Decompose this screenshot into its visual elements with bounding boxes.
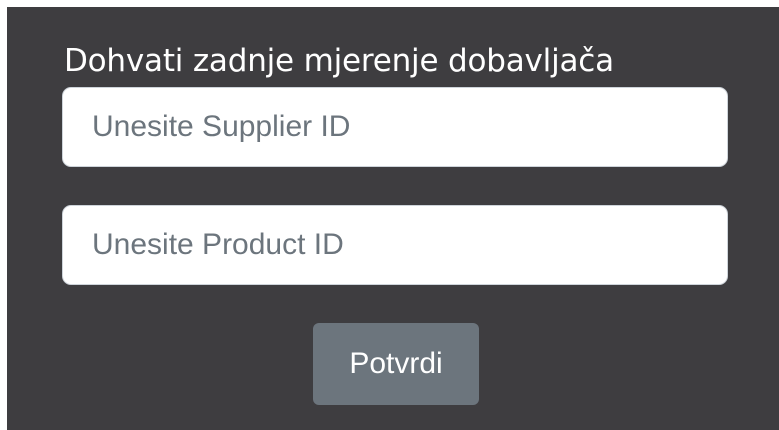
supplier-id-input[interactable] [62, 87, 728, 167]
form-title: Dohvati zadnje mjerenje dobavljača [64, 43, 614, 79]
submit-button[interactable]: Potvrdi [313, 323, 479, 405]
product-id-input[interactable] [62, 205, 728, 285]
form-panel: Dohvati zadnje mjerenje dobavljača Potvr… [7, 7, 779, 430]
